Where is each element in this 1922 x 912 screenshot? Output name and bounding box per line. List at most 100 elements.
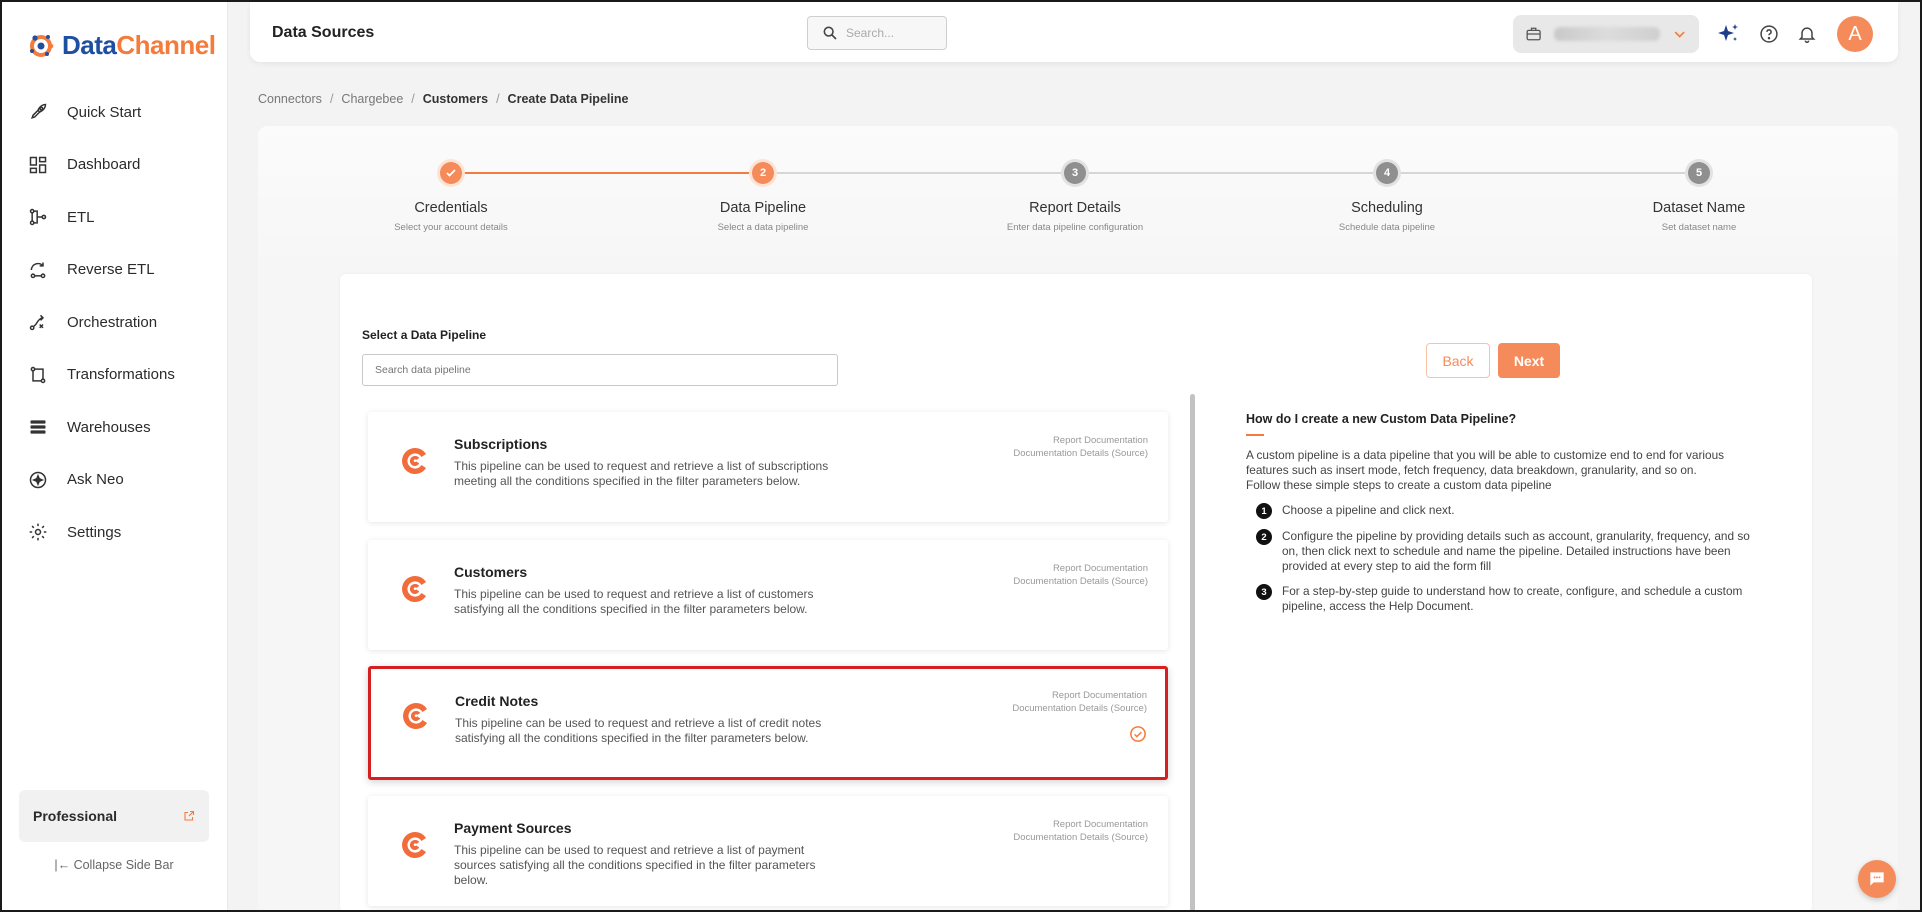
sidebar-item-quick-start[interactable]: Quick Start — [0, 86, 228, 139]
pipeline-doc-links: Report Documentation Documentation Detai… — [1013, 562, 1148, 588]
reverse-etl-icon — [27, 259, 49, 281]
search-placeholder: Search... — [846, 26, 895, 40]
pipeline-description: This pipeline can be used to request and… — [454, 587, 814, 616]
pipeline-list-scrollbar[interactable] — [1190, 394, 1195, 912]
pipeline-doc-links: Report Documentation Documentation Detai… — [1013, 434, 1148, 460]
breadcrumb-separator: / — [411, 92, 415, 106]
sidebar: DataChannel Quick Start Dashboard ETL Re… — [0, 0, 228, 912]
sidebar-item-orchestration[interactable]: Orchestration — [0, 296, 228, 349]
step-1-sub: Select your account details — [394, 222, 508, 233]
report-documentation-link[interactable]: Report Documentation — [1013, 434, 1148, 447]
step-1-check-icon[interactable] — [440, 162, 462, 184]
step-connector — [1393, 172, 1705, 174]
breadcrumb: Connectors / Chargebee / Customers / Cre… — [258, 92, 628, 106]
step-2-indicator[interactable]: 2 — [752, 162, 774, 184]
report-documentation-link[interactable]: Report Documentation — [1013, 818, 1148, 831]
step-connector — [1081, 172, 1393, 174]
chat-icon — [1870, 872, 1884, 886]
sidebar-item-label: Dashboard — [67, 156, 141, 174]
briefcase-icon — [1526, 27, 1541, 41]
wizard-stepper: 2 3 4 5 Credentials Select your account … — [258, 126, 1898, 236]
sidebar-item-dashboard[interactable]: Dashboard — [0, 139, 228, 192]
sparkle-icon — [27, 469, 49, 491]
breadcrumb-separator: / — [329, 92, 334, 106]
sidebar-item-label: Orchestration — [67, 313, 158, 331]
step-number-badge: 2 — [1256, 529, 1272, 545]
report-documentation-link[interactable]: Report Documentation — [1013, 562, 1148, 575]
next-button[interactable]: Next — [1498, 343, 1560, 378]
sidebar-item-ask-neo[interactable]: Ask Neo — [0, 454, 228, 507]
step-5-sub: Set dataset name — [1661, 222, 1737, 233]
chargebee-logo-icon — [402, 447, 426, 474]
report-documentation-link[interactable]: Report Documentation — [1012, 689, 1147, 702]
help-step: 3 For a step-by-step guide to understand… — [1246, 584, 1766, 614]
brand-logo[interactable]: DataChannel — [26, 30, 216, 61]
pipeline-search-input[interactable] — [362, 354, 838, 386]
chevron-down-icon — [1674, 31, 1685, 38]
pipeline-card-credit-notes[interactable]: Credit Notes This pipeline can be used t… — [368, 666, 1168, 780]
main-content: 2 3 4 5 Credentials Select your account … — [258, 126, 1898, 912]
help-steps: 1 Choose a pipeline and click next. 2 Co… — [1246, 503, 1766, 614]
top-bar: Data Sources Search... A — [250, 2, 1898, 62]
brand-name-part1: Data — [62, 30, 117, 60]
sidebar-item-label: Reverse ETL — [67, 261, 155, 279]
sidebar-item-warehouses[interactable]: Warehouses — [0, 401, 228, 454]
sidebar-item-label: ETL — [67, 208, 95, 226]
pipeline-description: This pipeline can be used to request and… — [454, 843, 816, 887]
sidebar-item-reverse-etl[interactable]: Reverse ETL — [0, 244, 228, 297]
collapse-sidebar-button[interactable]: |← Collapse Side Bar — [0, 858, 228, 872]
documentation-details-link[interactable]: Documentation Details (Source) — [1012, 702, 1147, 715]
pipeline-card-customers[interactable]: Customers This pipeline can be used to r… — [368, 540, 1168, 650]
step-4-label: Scheduling — [1351, 200, 1423, 216]
pipeline-card-payment-sources[interactable]: Payment Sources This pipeline can be use… — [368, 796, 1168, 906]
help-step: 1 Choose a pipeline and click next. — [1246, 503, 1766, 519]
orchestration-icon — [27, 311, 49, 333]
global-search-input[interactable]: Search... — [807, 16, 947, 50]
sidebar-item-label: Quick Start — [67, 103, 142, 121]
pipeline-doc-links: Report Documentation Documentation Detai… — [1012, 689, 1147, 715]
user-avatar[interactable]: A — [1837, 16, 1873, 52]
step-3-sub: Enter data pipeline configuration — [1006, 222, 1144, 233]
notifications-button[interactable] — [1795, 22, 1819, 46]
breadcrumb-item-connectors[interactable]: Connectors — [258, 92, 322, 106]
help-intro-follow: Follow these simple steps to create a cu… — [1246, 478, 1552, 492]
breadcrumb-item-customers[interactable]: Customers — [423, 92, 488, 106]
documentation-details-link[interactable]: Documentation Details (Source) — [1013, 447, 1148, 460]
pipeline-list: Subscriptions This pipeline can be used … — [360, 394, 1190, 912]
documentation-details-link[interactable]: Documentation Details (Source) — [1013, 831, 1148, 844]
help-step-text: Choose a pipeline and click next. — [1282, 503, 1455, 517]
back-button[interactable]: Back — [1426, 343, 1490, 378]
breadcrumb-item-current: Create Data Pipeline — [507, 92, 629, 106]
ai-sparkle-button[interactable] — [1716, 22, 1740, 46]
help-step: 2 Configure the pipeline by providing de… — [1246, 529, 1766, 574]
plan-label: Professional — [33, 808, 118, 824]
step-2-sub: Select a data pipeline — [717, 222, 809, 233]
help-section: How do I create a new Custom Data Pipeli… — [1246, 412, 1766, 624]
pipeline-title: Subscriptions — [454, 436, 548, 452]
plan-badge[interactable]: Professional — [19, 790, 209, 842]
sidebar-item-settings[interactable]: Settings — [0, 506, 228, 559]
pipeline-description: This pipeline can be used to request and… — [454, 459, 829, 488]
help-title: How do I create a new Custom Data Pipeli… — [1246, 412, 1517, 426]
rocket-icon — [27, 101, 49, 123]
brand-name-part2: Channel — [116, 30, 216, 60]
sidebar-item-etl[interactable]: ETL — [0, 191, 228, 244]
pipeline-description: This pipeline can be used to request and… — [455, 716, 822, 745]
step-connector — [769, 172, 1081, 174]
workspace-selector[interactable] — [1513, 15, 1699, 53]
external-link-icon — [184, 810, 195, 821]
bell-icon — [1798, 27, 1816, 44]
step-4-indicator: 4 — [1376, 162, 1398, 184]
help-button[interactable] — [1757, 22, 1781, 46]
collapse-arrow-icon: |← — [54, 858, 74, 872]
select-pipeline-label: Select a Data Pipeline — [362, 328, 487, 342]
sparkle-icon — [1718, 24, 1738, 41]
pipeline-card-subscriptions[interactable]: Subscriptions This pipeline can be used … — [368, 412, 1168, 522]
pipeline-title: Credit Notes — [455, 693, 539, 709]
pipeline-panel: Select a Data Pipeline Back Next Subscri… — [340, 274, 1812, 912]
sidebar-item-transformations[interactable]: Transformations — [0, 349, 228, 402]
chat-support-button[interactable] — [1858, 860, 1896, 898]
documentation-details-link[interactable]: Documentation Details (Source) — [1013, 575, 1148, 588]
breadcrumb-item-chargebee[interactable]: Chargebee — [341, 92, 403, 106]
pipeline-title: Payment Sources — [454, 820, 572, 836]
